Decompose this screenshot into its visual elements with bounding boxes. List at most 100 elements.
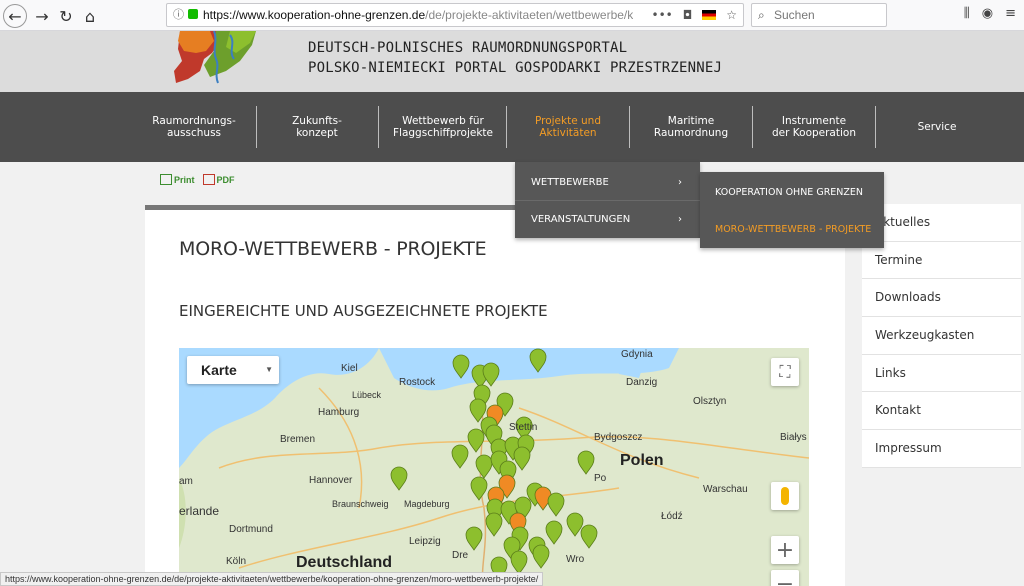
map-type-select[interactable]: Karte ▼ (187, 356, 279, 384)
fullscreen-icon[interactable]: ⛶ (771, 358, 799, 386)
map-label: Gdynia (621, 349, 653, 360)
nav-maritime-raumordnung[interactable]: Maritime Raumordnung (630, 92, 752, 162)
portal-logo[interactable] (170, 31, 256, 87)
info-icon[interactable]: ⓘ (173, 4, 184, 26)
map-label: Magdeburg (404, 499, 450, 509)
pdf-icon (202, 174, 215, 185)
print-button[interactable]: Print (160, 174, 195, 185)
map-label: Łódź (661, 511, 683, 522)
section-heading: EINGEREICHTE UND AUSGEZEICHNETE PROJEKTE (179, 302, 548, 320)
search-input[interactable]: ⌕ Suchen (751, 3, 887, 27)
address-bar[interactable]: ⓘ https://www.kooperation-ohne-grenzen.d… (166, 3, 744, 27)
map-label: Danzig (626, 377, 658, 388)
project-marker-icon[interactable] (577, 450, 595, 475)
project-marker-icon[interactable] (465, 526, 483, 551)
german-flag-icon[interactable] (702, 10, 717, 20)
project-marker-icon[interactable] (452, 354, 470, 379)
map-label: Kiel (341, 363, 358, 374)
map-label: Braunschweig (332, 499, 389, 509)
sidebar-item-impressum[interactable]: Impressum (862, 430, 1021, 468)
lock-icon (188, 9, 198, 19)
subdropdown-item-moro-wettbewerb-projekte[interactable]: MORO-WETTBEWERB - PROJEKTE (700, 211, 884, 248)
map-label: Bydgoszcz (594, 432, 643, 443)
map-label: Lübeck (352, 390, 382, 400)
nav-instrumente-kooperation[interactable]: Instrumente der Kooperation (753, 92, 875, 162)
menu-icon[interactable]: ≡ (1005, 6, 1016, 21)
map-label: Wro (566, 554, 585, 565)
project-marker-icon[interactable] (451, 444, 469, 469)
portal-title-pl: POLSKO-NIEMIECKI PORTAL GOSPODARKI PRZES… (308, 60, 723, 76)
project-marker-icon[interactable] (566, 512, 584, 537)
url-text: https://www.kooperation-ohne-grenzen.de/… (203, 8, 633, 22)
nav-zukunftskonzept[interactable]: Zukunfts-konzept (256, 92, 378, 162)
project-marker-icon[interactable] (510, 550, 528, 575)
home-icon[interactable]: ⌂ (78, 4, 102, 28)
bookmark-star-icon[interactable]: ☆ (726, 4, 737, 26)
page-actions-icon[interactable]: ••• (652, 4, 673, 26)
sidebar-item-downloads[interactable]: Downloads (862, 279, 1021, 318)
sidebar-item-aktuelles[interactable]: Aktuelles (862, 204, 1021, 242)
chevron-right-icon: › (678, 214, 682, 225)
map-label: Stettin (509, 422, 538, 433)
project-map[interactable]: Gdynia Kiel Rostock Danzig Lübeck Olszty… (179, 348, 809, 586)
map-label: Köln (226, 556, 247, 567)
sidebar-item-termine[interactable]: Termine (862, 241, 1021, 280)
project-marker-icon[interactable] (467, 428, 485, 453)
sidebar-item-links[interactable]: Links (862, 354, 1021, 393)
printer-icon (160, 174, 172, 185)
subdropdown-item-kooperation-ohne-grenzen[interactable]: KOOPERATION OHNE GRENZEN (700, 174, 884, 211)
project-marker-icon[interactable] (580, 524, 598, 549)
forward-icon[interactable]: → (30, 4, 54, 28)
search-icon: ⌕ (758, 8, 765, 22)
rss-icon[interactable]: ◉ (982, 6, 993, 21)
sidebar-item-werkzeugkasten[interactable]: Werkzeugkasten (862, 317, 1021, 355)
nav-service[interactable]: Service (876, 92, 998, 162)
project-marker-icon[interactable] (475, 454, 493, 479)
map-label: Białys (780, 432, 807, 443)
sidebar-menu: Aktuelles Termine Downloads Werkzeugkast… (862, 204, 1021, 468)
project-marker-icon[interactable] (545, 520, 563, 545)
map-label: Leipzig (409, 536, 441, 547)
pocket-icon[interactable]: ◘ (683, 4, 693, 26)
reload-icon[interactable]: ↻ (54, 4, 78, 28)
dropdown-item-veranstaltungen[interactable]: VERANSTALTUNGEN › (515, 201, 700, 238)
map-label: Hannover (309, 475, 353, 486)
nav-wettbewerb-flaggschiffprojekte[interactable]: Wettbewerb für Flaggschiffprojekte (382, 92, 504, 162)
project-marker-icon[interactable] (513, 446, 531, 471)
map-label: Deutschland (296, 554, 393, 571)
page-title: MORO-WETTBEWERB - PROJEKTE (179, 238, 487, 260)
chevron-right-icon: › (678, 177, 682, 188)
map-label: Dre (452, 550, 469, 561)
map-label: am (179, 476, 193, 487)
browser-toolbar: ← → ↻ ⌂ ⓘ https://www.kooperation-ohne-g… (0, 0, 1024, 31)
nav-projekte-aktivitaeten[interactable]: Projekte und Aktivitäten (507, 92, 629, 162)
print-pdf-row: Print PDF (160, 174, 235, 185)
project-marker-icon[interactable] (547, 492, 565, 517)
dropdown-item-wettbewerbe[interactable]: WETTBEWERBE › (515, 164, 700, 201)
caret-down-icon: ▼ (265, 365, 273, 374)
wettbewerbe-subdropdown: KOOPERATION OHNE GRENZEN MORO-WETTBEWERB… (700, 172, 884, 248)
project-marker-icon[interactable] (529, 348, 547, 373)
street-view-pegman-icon[interactable] (771, 482, 799, 510)
project-marker-icon[interactable] (532, 544, 550, 569)
project-marker-icon[interactable] (390, 466, 408, 491)
project-marker-icon[interactable] (469, 398, 487, 423)
main-nav: Raumordnungs-ausschuss Zukunfts-konzept … (0, 92, 1024, 162)
zoom-in-button[interactable]: + (771, 536, 799, 564)
project-marker-icon[interactable] (485, 512, 503, 537)
nav-raumordnungsausschuss[interactable]: Raumordnungs-ausschuss (133, 92, 255, 162)
map-label: Rostock (399, 377, 436, 388)
map-label: Hamburg (318, 407, 360, 418)
nav-divider (378, 106, 379, 148)
sidebar-item-kontakt[interactable]: Kontakt (862, 392, 1021, 431)
map-label: Warschau (703, 484, 748, 495)
back-icon[interactable]: ← (3, 4, 27, 28)
map-label: erlande (179, 504, 220, 518)
map-label: Bremen (280, 434, 316, 445)
project-marker-icon[interactable] (470, 476, 488, 501)
zoom-out-button[interactable]: − (771, 570, 799, 586)
project-marker-icon[interactable] (482, 362, 500, 387)
map-label: Po (594, 473, 607, 484)
library-icon[interactable]: ⫼ (964, 6, 970, 21)
pdf-button[interactable]: PDF (202, 174, 235, 185)
